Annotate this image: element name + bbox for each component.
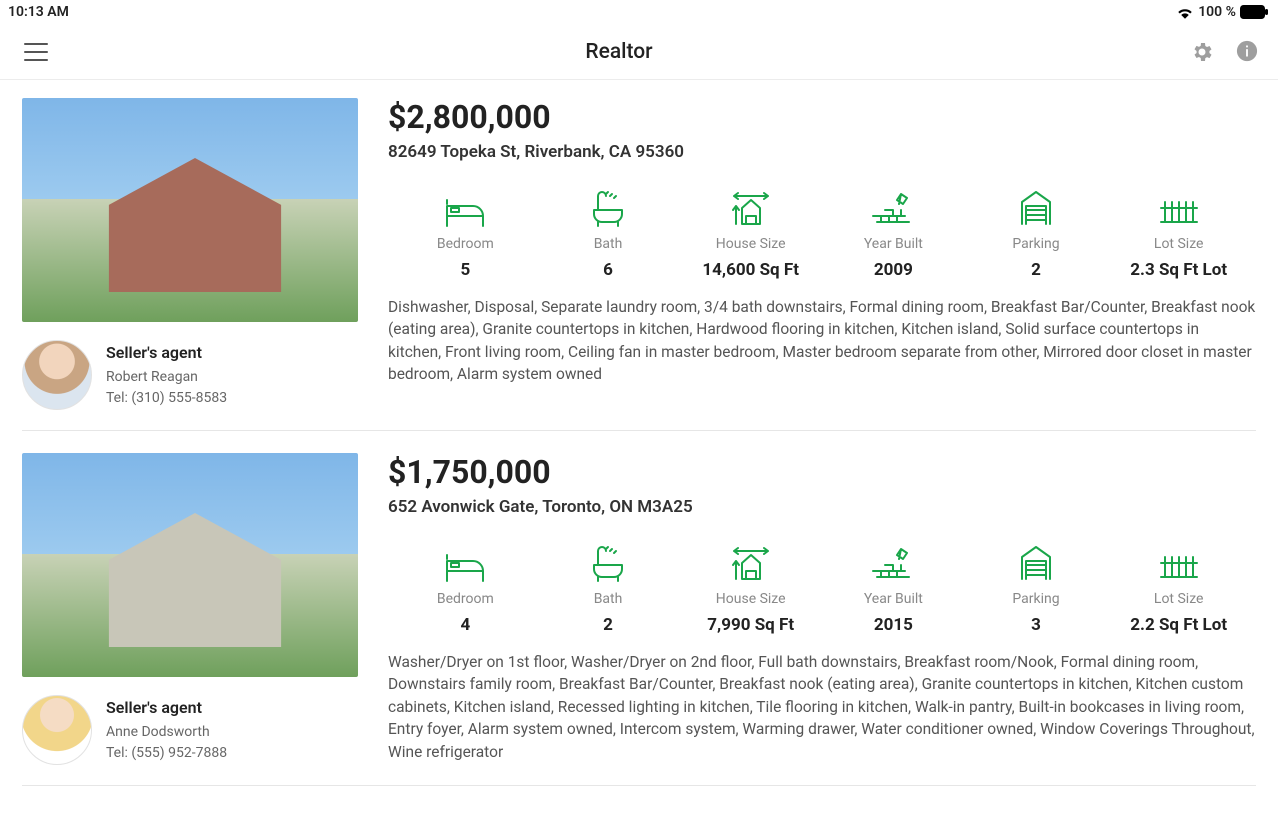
- year-built-icon: [822, 541, 965, 583]
- stat-value: 6: [537, 260, 680, 280]
- lot-size-icon: [1107, 541, 1250, 583]
- agent-row[interactable]: Seller's agent Robert Reagan Tel: (310) …: [22, 340, 358, 410]
- listing-price: $2,800,000: [388, 98, 1256, 136]
- battery-percent: 100 %: [1198, 4, 1236, 20]
- listing-description: Washer/Dryer on 1st floor, Washer/Dryer …: [388, 651, 1256, 763]
- lot-size-icon: [1107, 186, 1250, 228]
- stat-label: House Size: [679, 591, 822, 607]
- listing-price: $1,750,000: [388, 453, 1256, 491]
- listing-description: Dishwasher, Disposal, Separate laundry r…: [388, 296, 1256, 386]
- bed-icon: [394, 541, 537, 583]
- stat-value: 14,600 Sq Ft: [679, 260, 822, 280]
- listing-left: Seller's agent Robert Reagan Tel: (310) …: [22, 98, 358, 410]
- agent-label: Seller's agent: [106, 696, 227, 720]
- agent-tel: Tel: (310) 555-8583: [106, 388, 227, 409]
- stats-row: Bedroom 4 Bath 2 House Size 7,990 Sq Ft: [388, 541, 1256, 635]
- stat-label: Year Built: [822, 591, 965, 607]
- stat-label: House Size: [679, 236, 822, 252]
- stat-value: 5: [394, 260, 537, 280]
- stat-parking: Parking 3: [965, 541, 1108, 635]
- stat-value: 7,990 Sq Ft: [679, 615, 822, 635]
- stat-lot-size: Lot Size 2.3 Sq Ft Lot: [1107, 186, 1250, 280]
- stat-value: 2009: [822, 260, 965, 280]
- stat-house-size: House Size 14,600 Sq Ft: [679, 186, 822, 280]
- agent-name: Robert Reagan: [106, 367, 227, 388]
- stat-bedroom: Bedroom 5: [394, 186, 537, 280]
- stat-label: Lot Size: [1107, 236, 1250, 252]
- listing-right: $1,750,000 652 Avonwick Gate, Toronto, O…: [388, 453, 1256, 765]
- listing-photo[interactable]: [22, 98, 358, 322]
- stat-label: Parking: [965, 591, 1108, 607]
- stat-bedroom: Bedroom 4: [394, 541, 537, 635]
- stat-house-size: House Size 7,990 Sq Ft: [679, 541, 822, 635]
- settings-button[interactable]: [1190, 40, 1214, 64]
- stat-bath: Bath 2: [537, 541, 680, 635]
- stat-value: 3: [965, 615, 1108, 635]
- house-size-icon: [679, 541, 822, 583]
- stat-year-built: Year Built 2015: [822, 541, 965, 635]
- stat-year-built: Year Built 2009: [822, 186, 965, 280]
- status-bar: 10:13 AM 100 %: [0, 0, 1278, 24]
- listing-card[interactable]: Seller's agent Robert Reagan Tel: (310) …: [22, 98, 1256, 431]
- stat-label: Bath: [537, 236, 680, 252]
- status-time: 10:13 AM: [8, 4, 69, 20]
- agent-info: Seller's agent Robert Reagan Tel: (310) …: [106, 341, 227, 409]
- info-button[interactable]: [1236, 40, 1260, 64]
- stat-value: 2.3 Sq Ft Lot: [1107, 260, 1250, 280]
- house-size-icon: [679, 186, 822, 228]
- agent-info: Seller's agent Anne Dodsworth Tel: (555)…: [106, 696, 227, 764]
- listing-left: Seller's agent Anne Dodsworth Tel: (555)…: [22, 453, 358, 765]
- agent-label: Seller's agent: [106, 341, 227, 365]
- bath-icon: [537, 541, 680, 583]
- agent-row[interactable]: Seller's agent Anne Dodsworth Tel: (555)…: [22, 695, 358, 765]
- listing-right: $2,800,000 82649 Topeka St, Riverbank, C…: [388, 98, 1256, 410]
- stat-label: Bedroom: [394, 236, 537, 252]
- parking-icon: [965, 541, 1108, 583]
- app-actions: [1190, 40, 1260, 64]
- listing-card[interactable]: Seller's agent Anne Dodsworth Tel: (555)…: [22, 453, 1256, 786]
- stat-label: Bedroom: [394, 591, 537, 607]
- stat-value: 2: [537, 615, 680, 635]
- stats-row: Bedroom 5 Bath 6 House Size 14,600 Sq Ft: [388, 186, 1256, 280]
- gear-icon: [1190, 40, 1214, 64]
- stat-label: Parking: [965, 236, 1108, 252]
- listing-photo[interactable]: [22, 453, 358, 677]
- stat-label: Year Built: [822, 236, 965, 252]
- wifi-icon: [1176, 5, 1194, 19]
- stat-value: 2.2 Sq Ft Lot: [1107, 615, 1250, 635]
- agent-tel: Tel: (555) 952-7888: [106, 743, 227, 764]
- stat-lot-size: Lot Size 2.2 Sq Ft Lot: [1107, 541, 1250, 635]
- info-icon: [1236, 40, 1258, 62]
- app-bar: Realtor: [0, 24, 1278, 80]
- stat-bath: Bath 6: [537, 186, 680, 280]
- agent-avatar: [22, 695, 92, 765]
- bath-icon: [537, 186, 680, 228]
- listings-container: Seller's agent Robert Reagan Tel: (310) …: [0, 80, 1278, 814]
- status-right: 100 %: [1176, 4, 1268, 20]
- stat-value: 2015: [822, 615, 965, 635]
- menu-button[interactable]: [24, 43, 48, 61]
- stat-value: 4: [394, 615, 537, 635]
- year-built-icon: [822, 186, 965, 228]
- listing-address: 82649 Topeka St, Riverbank, CA 95360: [388, 142, 1256, 162]
- app-title: Realtor: [585, 40, 652, 64]
- stat-label: Bath: [537, 591, 680, 607]
- battery-icon: [1240, 5, 1268, 19]
- bed-icon: [394, 186, 537, 228]
- agent-name: Anne Dodsworth: [106, 722, 227, 743]
- stat-parking: Parking 2: [965, 186, 1108, 280]
- agent-avatar: [22, 340, 92, 410]
- stat-label: Lot Size: [1107, 591, 1250, 607]
- stat-value: 2: [965, 260, 1108, 280]
- listing-address: 652 Avonwick Gate, Toronto, ON M3A25: [388, 497, 1256, 517]
- parking-icon: [965, 186, 1108, 228]
